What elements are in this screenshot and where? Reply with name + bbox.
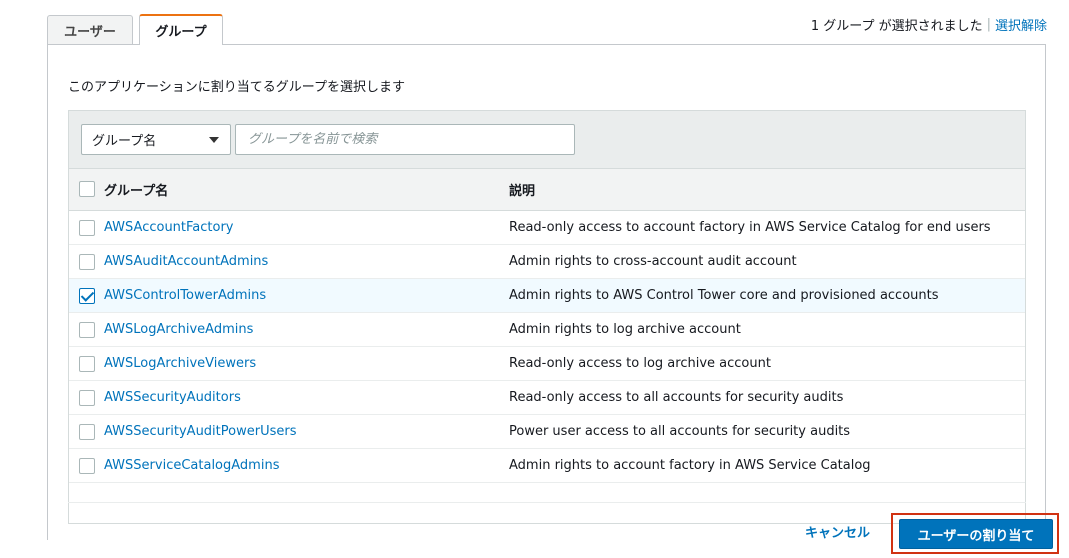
table-row[interactable]: AWSSecurityAuditors Read-only access to a…	[69, 381, 1025, 415]
filter-property-select[interactable]: グループ名	[81, 124, 231, 155]
group-description: Admin rights to AWS Control Tower core a…	[509, 288, 939, 303]
group-name-link[interactable]: AWSAuditAccountAdmins	[104, 254, 268, 269]
assign-users-button[interactable]: ユーザーの割り当て	[899, 519, 1053, 549]
tab-users[interactable]: ユーザー	[47, 15, 133, 44]
table-row[interactable]: AWSLogArchiveAdmins Admin rights to log a…	[69, 313, 1025, 347]
group-description: Admin rights to cross-account audit acco…	[509, 254, 797, 269]
selection-count-text: 1 グループ が選択されました	[810, 19, 983, 34]
column-header-description: 説明	[509, 184, 536, 199]
group-name-link[interactable]: AWSSecurityAuditors	[104, 390, 241, 405]
row-checkbox[interactable]	[79, 424, 95, 440]
row-checkbox[interactable]	[79, 288, 95, 304]
table-row[interactable]: AWSAuditAccountAdmins Admin rights to cro…	[69, 245, 1025, 279]
table-row[interactable]: AWSAccountFactory Read-only access to acc…	[69, 211, 1025, 245]
group-name-link[interactable]: AWSLogArchiveViewers	[104, 356, 256, 371]
clear-selection-link[interactable]: 選択解除	[995, 15, 1047, 34]
row-checkbox[interactable]	[79, 322, 95, 338]
selection-status: 1 グループ が選択されました | 選択解除	[811, 15, 1047, 34]
group-description: Read-only access to all accounts for sec…	[509, 390, 844, 405]
groups-table: グループ名 グループ名 説明 AWSAccountFactory Read-onl…	[68, 110, 1026, 524]
group-name-link[interactable]: AWSLogArchiveAdmins	[104, 322, 253, 337]
row-checkbox[interactable]	[79, 458, 95, 474]
table-row[interactable]: AWSControlTowerAdmins Admin rights to AWS…	[69, 279, 1025, 313]
row-checkbox[interactable]	[79, 390, 95, 406]
table-header: グループ名 説明	[69, 169, 1025, 211]
row-checkbox[interactable]	[79, 356, 95, 372]
group-name-link[interactable]: AWSAccountFactory	[104, 220, 234, 235]
group-description: Power user access to all accounts for se…	[509, 424, 851, 439]
row-checkbox[interactable]	[79, 220, 95, 236]
separator: |	[986, 17, 991, 32]
tab-groups[interactable]: グループ	[139, 14, 223, 45]
search-input[interactable]	[235, 124, 575, 155]
group-description: Read-only access to account factory in A…	[509, 220, 991, 235]
group-description: Read-only access to log archive account	[509, 356, 771, 371]
group-name-link[interactable]: AWSServiceCatalogAdmins	[104, 458, 279, 473]
caret-down-icon	[209, 137, 219, 143]
group-name-link[interactable]: AWSControlTowerAdmins	[104, 288, 266, 303]
instruction-text: このアプリケーションに割り当てるグループを選択します	[68, 80, 405, 95]
select-all-checkbox[interactable]	[79, 181, 95, 197]
filter-property-value: グループ名	[92, 134, 157, 149]
divider	[68, 502, 1026, 503]
column-header-name: グループ名	[104, 184, 169, 199]
table-row[interactable]: AWSServiceCatalogAdmins Admin rights to a…	[69, 449, 1025, 483]
row-checkbox[interactable]	[79, 254, 95, 270]
table-row[interactable]: AWSLogArchiveViewers Read-only access to …	[69, 347, 1025, 381]
cancel-button[interactable]: キャンセル	[805, 522, 870, 541]
table-footer	[69, 483, 1025, 523]
group-name-link[interactable]: AWSSecurityAuditPowerUsers	[104, 424, 296, 439]
filter-bar: グループ名	[69, 111, 1025, 169]
group-description: Admin rights to account factory in AWS S…	[509, 458, 871, 473]
table-row[interactable]: AWSSecurityAuditPowerUsers Power user acc…	[69, 415, 1025, 449]
group-description: Admin rights to log archive account	[509, 322, 741, 337]
